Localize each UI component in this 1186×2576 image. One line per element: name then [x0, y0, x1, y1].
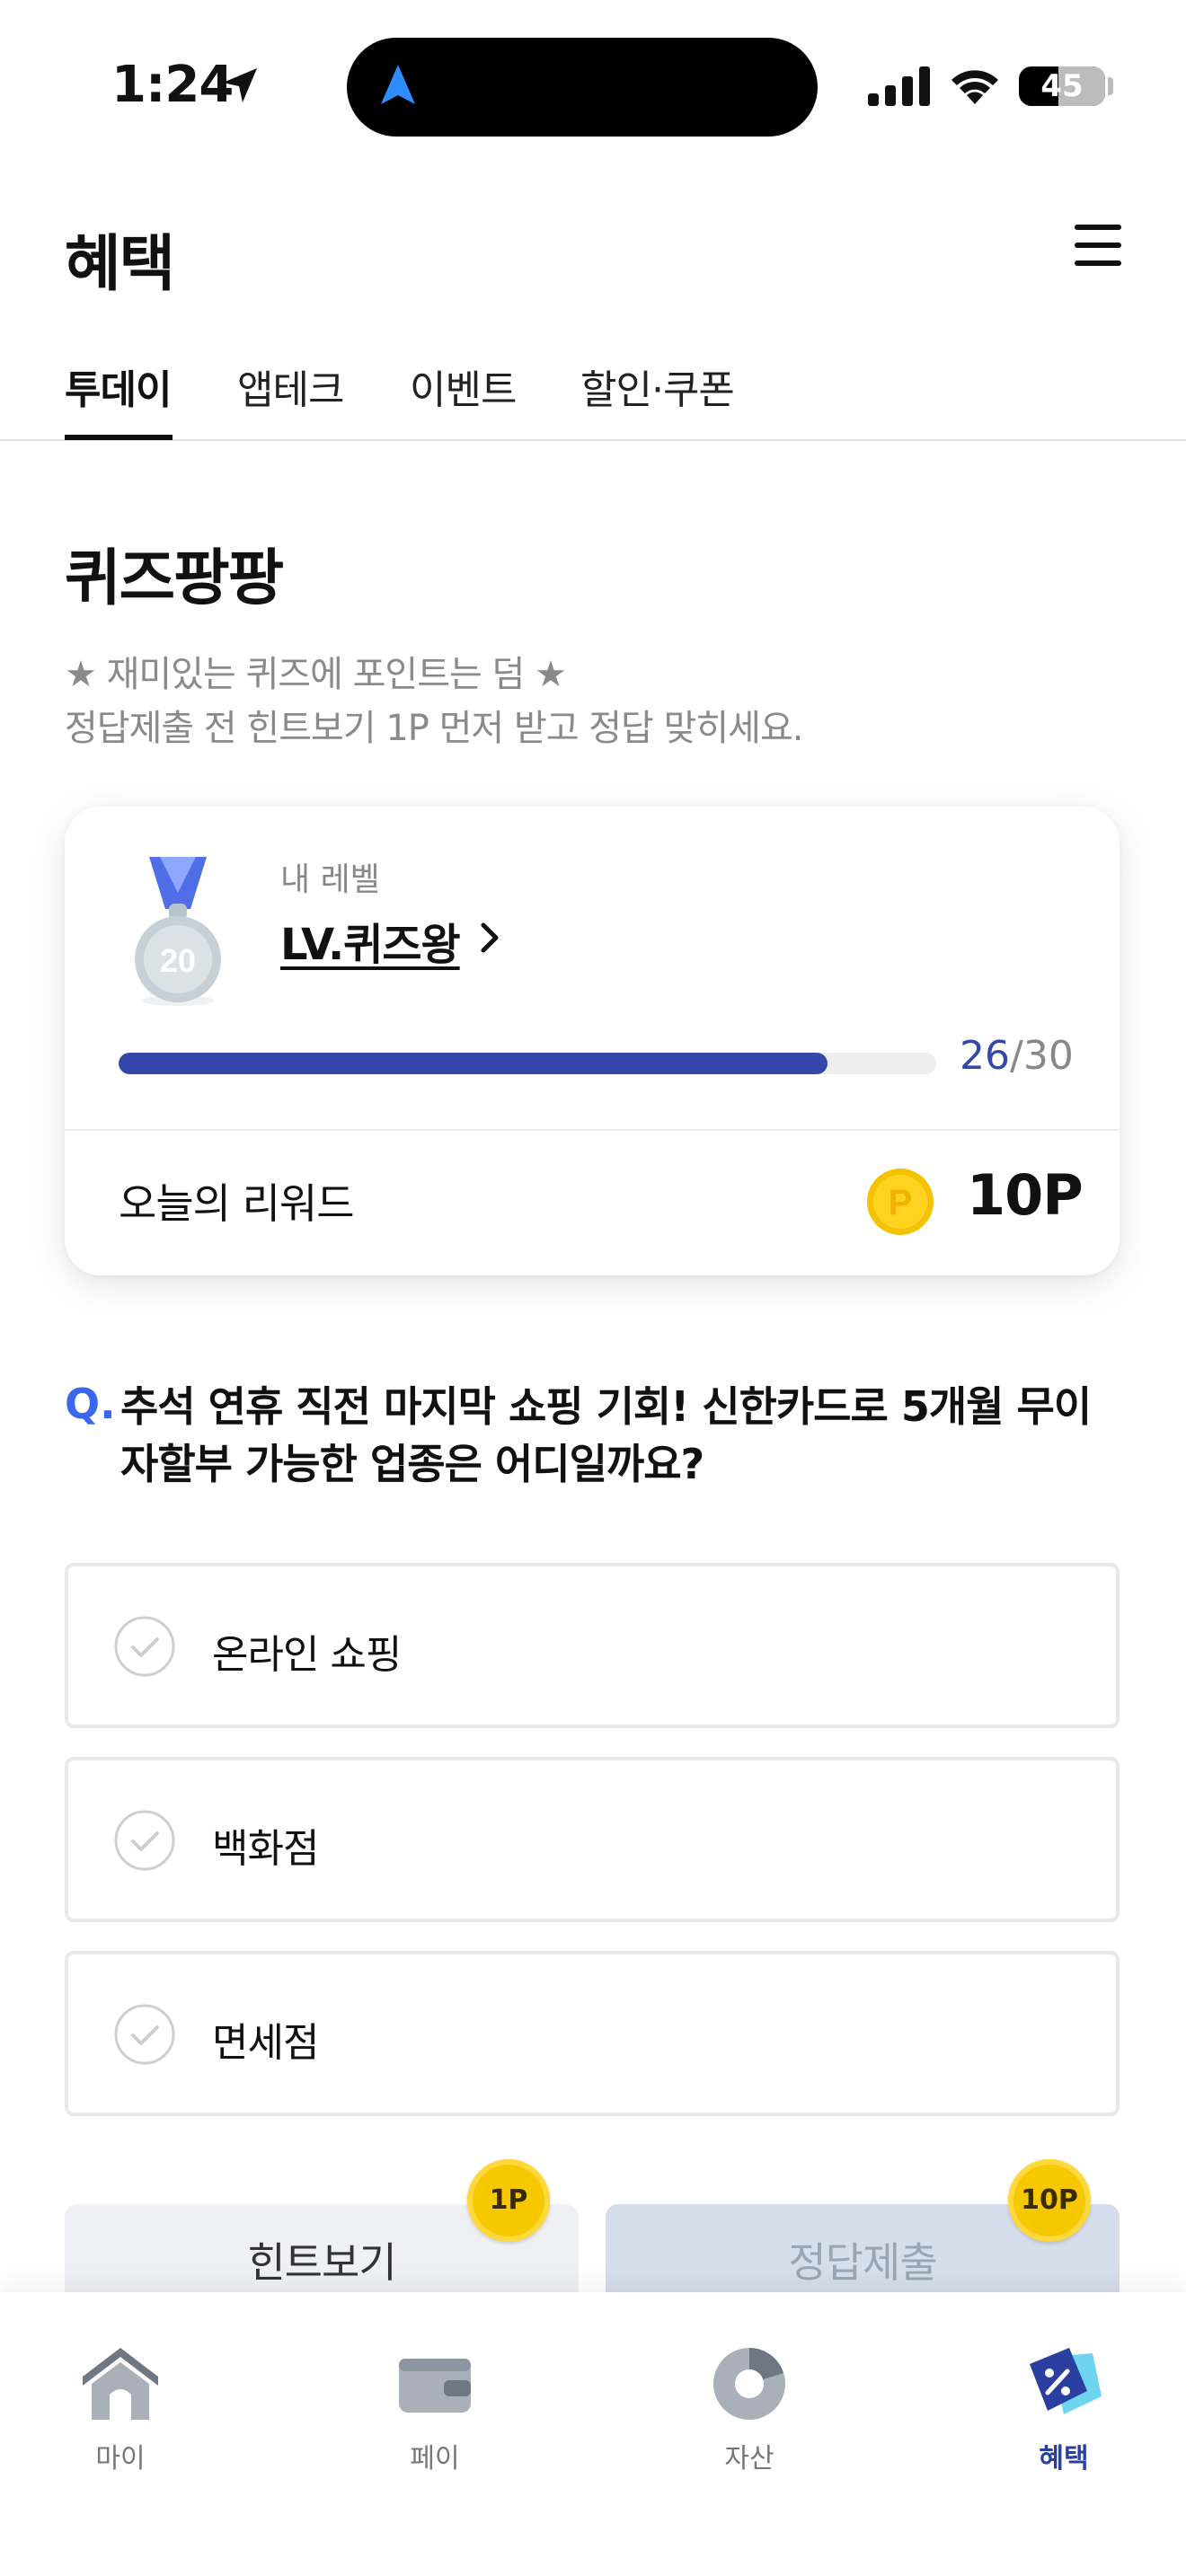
question-mark-label: Q. — [65, 1380, 116, 1428]
tab-today[interactable]: 투데이 — [65, 357, 172, 415]
svg-text:P: P — [889, 1183, 913, 1222]
menu-icon — [1075, 225, 1121, 230]
home-icon — [83, 2348, 158, 2420]
menu-icon-line — [1075, 260, 1121, 266]
tab-discount-coupon[interactable]: 할인·쿠폰 — [580, 357, 735, 415]
cellular-signal-icon — [868, 66, 930, 106]
hint-point-badge: 1P — [467, 2159, 550, 2242]
answer-option-label: 온라인 쇼핑 — [212, 1632, 402, 1678]
quiz-description-line2: 정답제출 전 힌트보기 1P 먼저 받고 정답 맞히세요. — [65, 708, 803, 749]
tab-event[interactable]: 이벤트 — [410, 357, 517, 415]
todays-reward-value: 10P — [967, 1162, 1084, 1228]
answer-option-label: 백화점 — [212, 1826, 319, 1872]
benefit-tag-icon — [1030, 2348, 1102, 2414]
check-circle-icon — [114, 1616, 175, 1677]
wallet-icon — [399, 2359, 471, 2413]
answer-option-1[interactable]: 온라인 쇼핑 — [65, 1563, 1120, 1728]
answer-option-2[interactable]: 백화점 — [65, 1757, 1120, 1922]
section-title: 퀴즈팡팡 — [65, 543, 284, 614]
medal-number: 20 — [160, 942, 196, 979]
medal-icon: 20 — [135, 857, 221, 1006]
navigation-arrow-icon — [381, 65, 415, 104]
nav-item-benefits[interactable]: 혜택 — [992, 2339, 1136, 2483]
nav-label-benefits: 혜택 — [1039, 2443, 1089, 2475]
submit-point-badge: 10P — [1008, 2159, 1091, 2242]
nav-label-pay: 페이 — [410, 2443, 460, 2475]
check-circle-icon — [114, 1810, 175, 1871]
battery-level: 45 — [1040, 68, 1084, 104]
nav-label-my: 마이 — [95, 2443, 146, 2475]
answer-option-3[interactable]: 면세점 — [65, 1951, 1120, 2116]
level-progress-bar — [119, 1053, 936, 1074]
nav-item-pay[interactable]: 페이 — [363, 2339, 507, 2483]
nav-label-assets: 자산 — [724, 2443, 774, 2475]
quiz-description-line1: ★ 재미있는 퀴즈에 포인트는 덤 ★ — [65, 654, 567, 695]
tab-apptech[interactable]: 앱테크 — [237, 357, 344, 415]
pie-chart-icon — [713, 2348, 785, 2420]
progress-total: /30 — [1010, 1033, 1074, 1079]
answer-option-label: 면세점 — [212, 2020, 319, 2066]
page-title: 혜택 — [65, 229, 175, 300]
battery-icon: 45 — [1019, 66, 1105, 106]
level-progress-count: 26/30 — [960, 1033, 1074, 1079]
status-time: 1:24 — [111, 56, 234, 114]
nav-item-assets[interactable]: 자산 — [677, 2339, 821, 2483]
tab-divider — [0, 439, 1186, 441]
menu-icon-line — [1075, 243, 1121, 248]
progress-current: 26 — [960, 1033, 1010, 1079]
battery-cap — [1108, 77, 1113, 95]
active-tab-indicator — [65, 435, 173, 440]
todays-reward-label: 오늘의 리워드 — [119, 1179, 355, 1228]
check-circle-icon — [114, 2004, 175, 2065]
level-progress-fill — [119, 1053, 828, 1074]
nav-item-my[interactable]: 마이 — [49, 2339, 192, 2483]
chevron-right-icon[interactable] — [476, 918, 503, 957]
location-arrow-icon — [223, 68, 257, 102]
question-text: 추석 연휴 직전 마지막 쇼핑 기회! 신한카드로 5개월 무이자할부 가능한 … — [120, 1382, 1092, 1488]
level-name-link[interactable]: LV.퀴즈왕 — [280, 909, 461, 972]
coin-icon: P — [867, 1169, 934, 1235]
card-divider — [65, 1129, 1120, 1131]
wifi-icon — [951, 70, 998, 104]
menu-button[interactable] — [1075, 225, 1121, 266]
my-level-label: 내 레벨 — [280, 861, 380, 898]
